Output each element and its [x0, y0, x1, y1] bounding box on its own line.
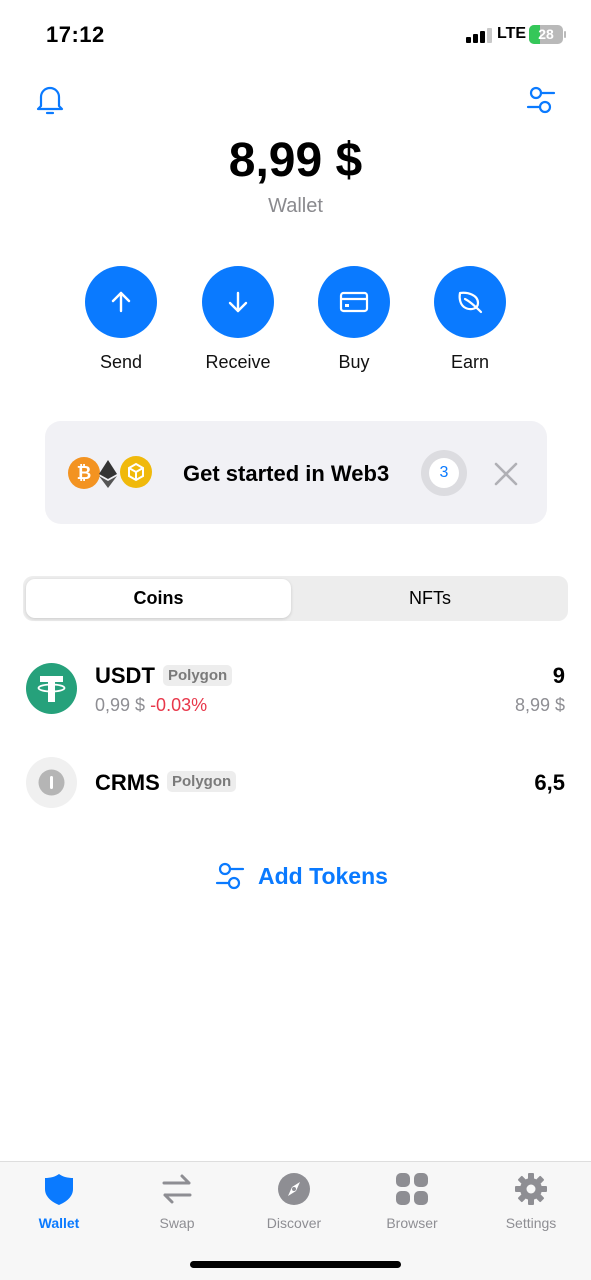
bnb-icon [120, 456, 152, 488]
earn-label: Earn [450, 352, 490, 372]
token-row-usdt[interactable]: USDT Polygon 0,99 $ -0.03% 9 8,99 $ [0, 660, 591, 720]
token-price: 0,99 $ -0.03% [95, 695, 207, 716]
crms-icon [26, 757, 77, 808]
signal-icon [466, 28, 492, 43]
arrow-down-icon [228, 291, 248, 313]
arrow-up-icon [111, 291, 131, 313]
send-label: Send [99, 352, 143, 372]
earn-button[interactable]: Earn [420, 266, 520, 373]
receive-button[interactable]: Receive [188, 266, 288, 373]
gear-icon [515, 1173, 547, 1205]
token-row-crms[interactable]: CRMS Polygon 6,5 [0, 756, 591, 816]
battery-icon: 28 [529, 25, 563, 44]
swap-arrows-icon [162, 1174, 192, 1204]
buy-label: Buy [338, 352, 370, 372]
add-tokens-button[interactable]: Add Tokens [214, 860, 388, 892]
tab-label: Settings [505, 1215, 557, 1231]
buy-button[interactable]: Buy [304, 266, 404, 373]
token-amount: 9 [552, 663, 565, 688]
manage-filter-icon[interactable] [525, 84, 557, 121]
grid-icon [396, 1173, 428, 1205]
network-type: LTE [497, 25, 527, 42]
token-chain-badge: Polygon [167, 771, 237, 792]
receive-label: Receive [205, 352, 271, 372]
asset-segmented-control: Coins NFTs [23, 576, 568, 621]
shield-icon [45, 1174, 73, 1205]
token-price-value: 0,99 $ [95, 695, 146, 715]
tab-swap[interactable]: Swap [127, 1172, 227, 1231]
status-time: 17:12 [46, 22, 105, 47]
tab-label: Swap [159, 1215, 195, 1231]
tab-nfts[interactable]: NFTs [295, 579, 565, 618]
battery-cap [564, 31, 566, 38]
send-button[interactable]: Send [71, 266, 171, 373]
token-symbol: CRMS [95, 770, 160, 795]
token-symbol: USDT [95, 663, 155, 688]
token-chain-badge: Polygon [163, 665, 233, 686]
token-fiat-value: 8,99 $ [514, 695, 565, 715]
home-indicator[interactable] [190, 1261, 401, 1268]
tab-discover[interactable]: Discover [244, 1172, 344, 1231]
wallet-name[interactable]: Wallet [0, 195, 591, 218]
battery-level: 28 [538, 26, 554, 42]
tab-label: Discover [266, 1215, 322, 1231]
token-amount: 6,5 [534, 770, 565, 795]
bitcoin-icon: ₿ [68, 457, 100, 489]
token-change: -0.03% [150, 695, 208, 715]
notifications-bell-icon[interactable] [36, 84, 64, 121]
total-balance: 8,99 $ [228, 134, 363, 187]
steps-progress-ring: 3 [421, 450, 467, 496]
tab-coins[interactable]: Coins [26, 579, 291, 618]
tab-browser[interactable]: Browser [362, 1172, 462, 1231]
usdt-icon [26, 663, 77, 714]
ethereum-icon [98, 459, 118, 494]
tab-settings[interactable]: Settings [481, 1172, 581, 1231]
web3-banner[interactable]: ₿ Get started in Web3 3 [45, 421, 547, 524]
compass-icon [278, 1173, 310, 1205]
leaf-icon [458, 291, 483, 314]
banner-title: Get started in Web3 [183, 461, 390, 486]
add-tokens-label: Add Tokens [258, 862, 388, 889]
card-icon [339, 291, 369, 313]
close-banner-icon[interactable] [493, 461, 519, 492]
tab-label: Browser [386, 1215, 438, 1231]
tab-label: Wallet [38, 1215, 80, 1231]
status-bar: 17:12 LTE 28 [0, 0, 591, 70]
tab-wallet[interactable]: Wallet [9, 1172, 109, 1231]
steps-count: 3 [429, 458, 459, 488]
manage-filter-icon [215, 862, 245, 890]
